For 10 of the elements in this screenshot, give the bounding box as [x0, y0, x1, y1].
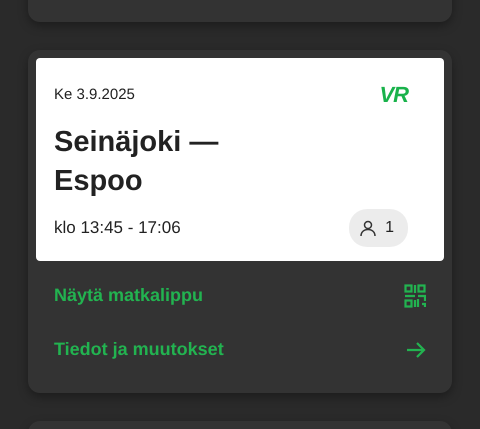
passenger-count: 1 — [349, 208, 408, 246]
ticket-action-link[interactable]: Tiedot ja muutokset — [36, 322, 444, 376]
operator-logo: VR — [379, 84, 408, 106]
travel-date: Ke 3.9.2025 — [54, 85, 135, 105]
departure-time: klo 13:45 - 17:06 — [54, 216, 181, 239]
person-icon — [359, 218, 378, 236]
route-title: Seinäjoki — Espoo — [54, 124, 220, 198]
arrow-right-icon — [406, 340, 426, 358]
qr-code-icon — [404, 284, 426, 308]
ticket-action-link[interactable]: Näytä matkalippu — [36, 268, 444, 322]
